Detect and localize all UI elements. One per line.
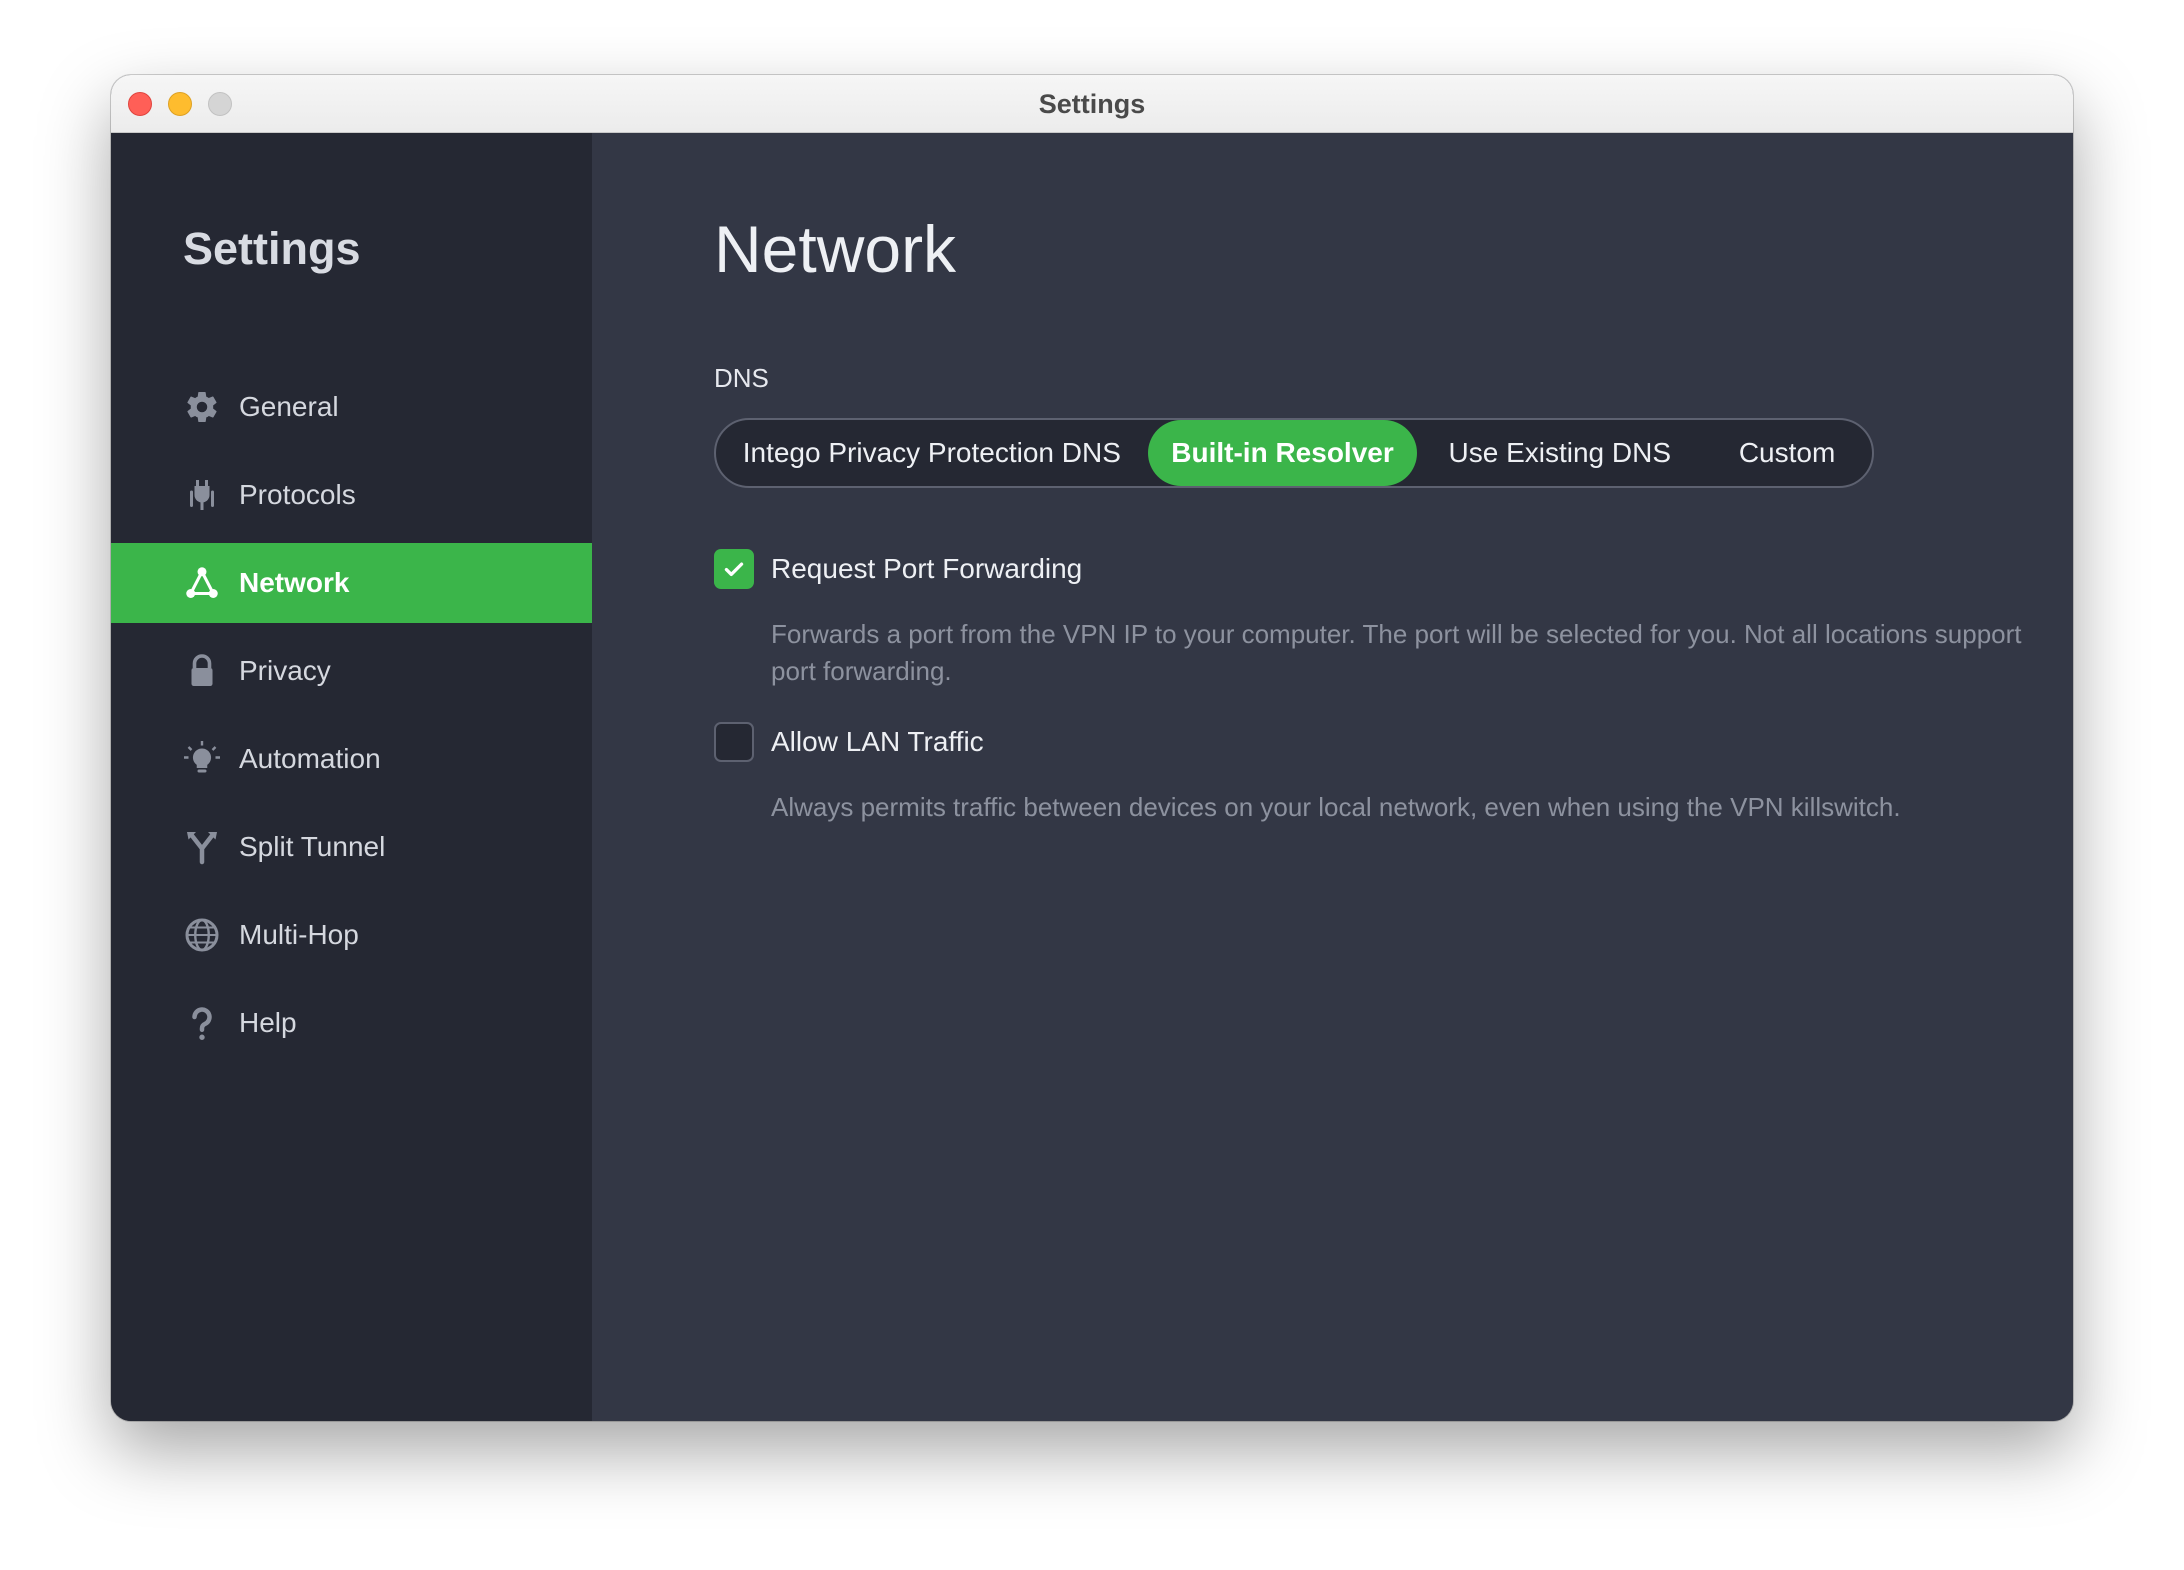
plug-icon: [183, 476, 221, 514]
dns-option-use-existing[interactable]: Use Existing DNS: [1417, 420, 1702, 486]
sidebar-item-protocols[interactable]: Protocols: [111, 455, 592, 535]
window-title: Settings: [1038, 89, 1146, 119]
sidebar-item-label: Multi-Hop: [239, 919, 359, 950]
sidebar-item-label: Automation: [239, 743, 381, 774]
sidebar-item-automation[interactable]: Automation: [111, 719, 592, 799]
checkmark-icon: [724, 562, 744, 577]
title-bar: Settings: [111, 75, 2073, 133]
sidebar-nav: General Protocols Network Privacy Automa…: [111, 367, 592, 1071]
sidebar-item-label: Privacy: [239, 655, 331, 686]
sidebar-item-label: Protocols: [239, 479, 356, 510]
dns-section-label: DNS: [714, 363, 769, 393]
sidebar-item-split-tunnel[interactable]: Split Tunnel: [111, 807, 592, 887]
sidebar-item-multi-hop[interactable]: Multi-Hop: [111, 895, 592, 975]
page-title: Network: [714, 212, 957, 286]
question-icon: [183, 1004, 221, 1042]
dns-option-built-in-resolver[interactable]: Built-in Resolver: [1147, 420, 1418, 486]
port-forwarding-checkbox[interactable]: [714, 549, 754, 589]
sidebar-item-label: Split Tunnel: [239, 831, 386, 862]
lock-icon: [183, 652, 221, 690]
network-icon: [183, 564, 221, 602]
sidebar-item-label: Network: [239, 567, 350, 598]
dns-option-intego[interactable]: Intego Privacy Protection DNS: [716, 420, 1148, 486]
port-forwarding-label[interactable]: Request Port Forwarding: [771, 553, 1082, 585]
settings-window: Settings Settings General Protocols Netw…: [111, 75, 2073, 1421]
lan-traffic-checkbox[interactable]: [714, 722, 754, 762]
dns-segmented-control: Intego Privacy Protection DNS Built-in R…: [714, 418, 1874, 488]
gear-icon: [183, 388, 221, 426]
lan-traffic-description: Always permits traffic between devices o…: [771, 792, 1901, 822]
sidebar-item-network[interactable]: Network: [111, 543, 592, 623]
split-arrow-icon: [183, 828, 221, 866]
lightbulb-icon: [183, 740, 221, 778]
globe-icon: [183, 916, 221, 954]
main-content: Network DNS Intego Privacy Protection DN…: [592, 133, 2073, 1421]
port-forwarding-description: Forwards a port from the VPN IP to your …: [771, 619, 2022, 686]
sidebar-item-privacy[interactable]: Privacy: [111, 631, 592, 711]
lan-traffic-label[interactable]: Allow LAN Traffic: [771, 726, 984, 758]
sidebar-item-label: General: [239, 391, 339, 422]
lan-traffic-option: Allow LAN Traffic Always permits traffic…: [714, 721, 2041, 826]
port-forwarding-option: Request Port Forwarding Forwards a port …: [714, 548, 2041, 690]
sidebar-item-general[interactable]: General: [111, 367, 592, 447]
dns-option-custom[interactable]: Custom: [1702, 420, 1872, 486]
sidebar-item-label: Help: [239, 1007, 297, 1038]
sidebar: Settings General Protocols Network Priva…: [111, 133, 592, 1421]
sidebar-item-help[interactable]: Help: [111, 983, 592, 1063]
sidebar-title: Settings: [183, 223, 361, 274]
